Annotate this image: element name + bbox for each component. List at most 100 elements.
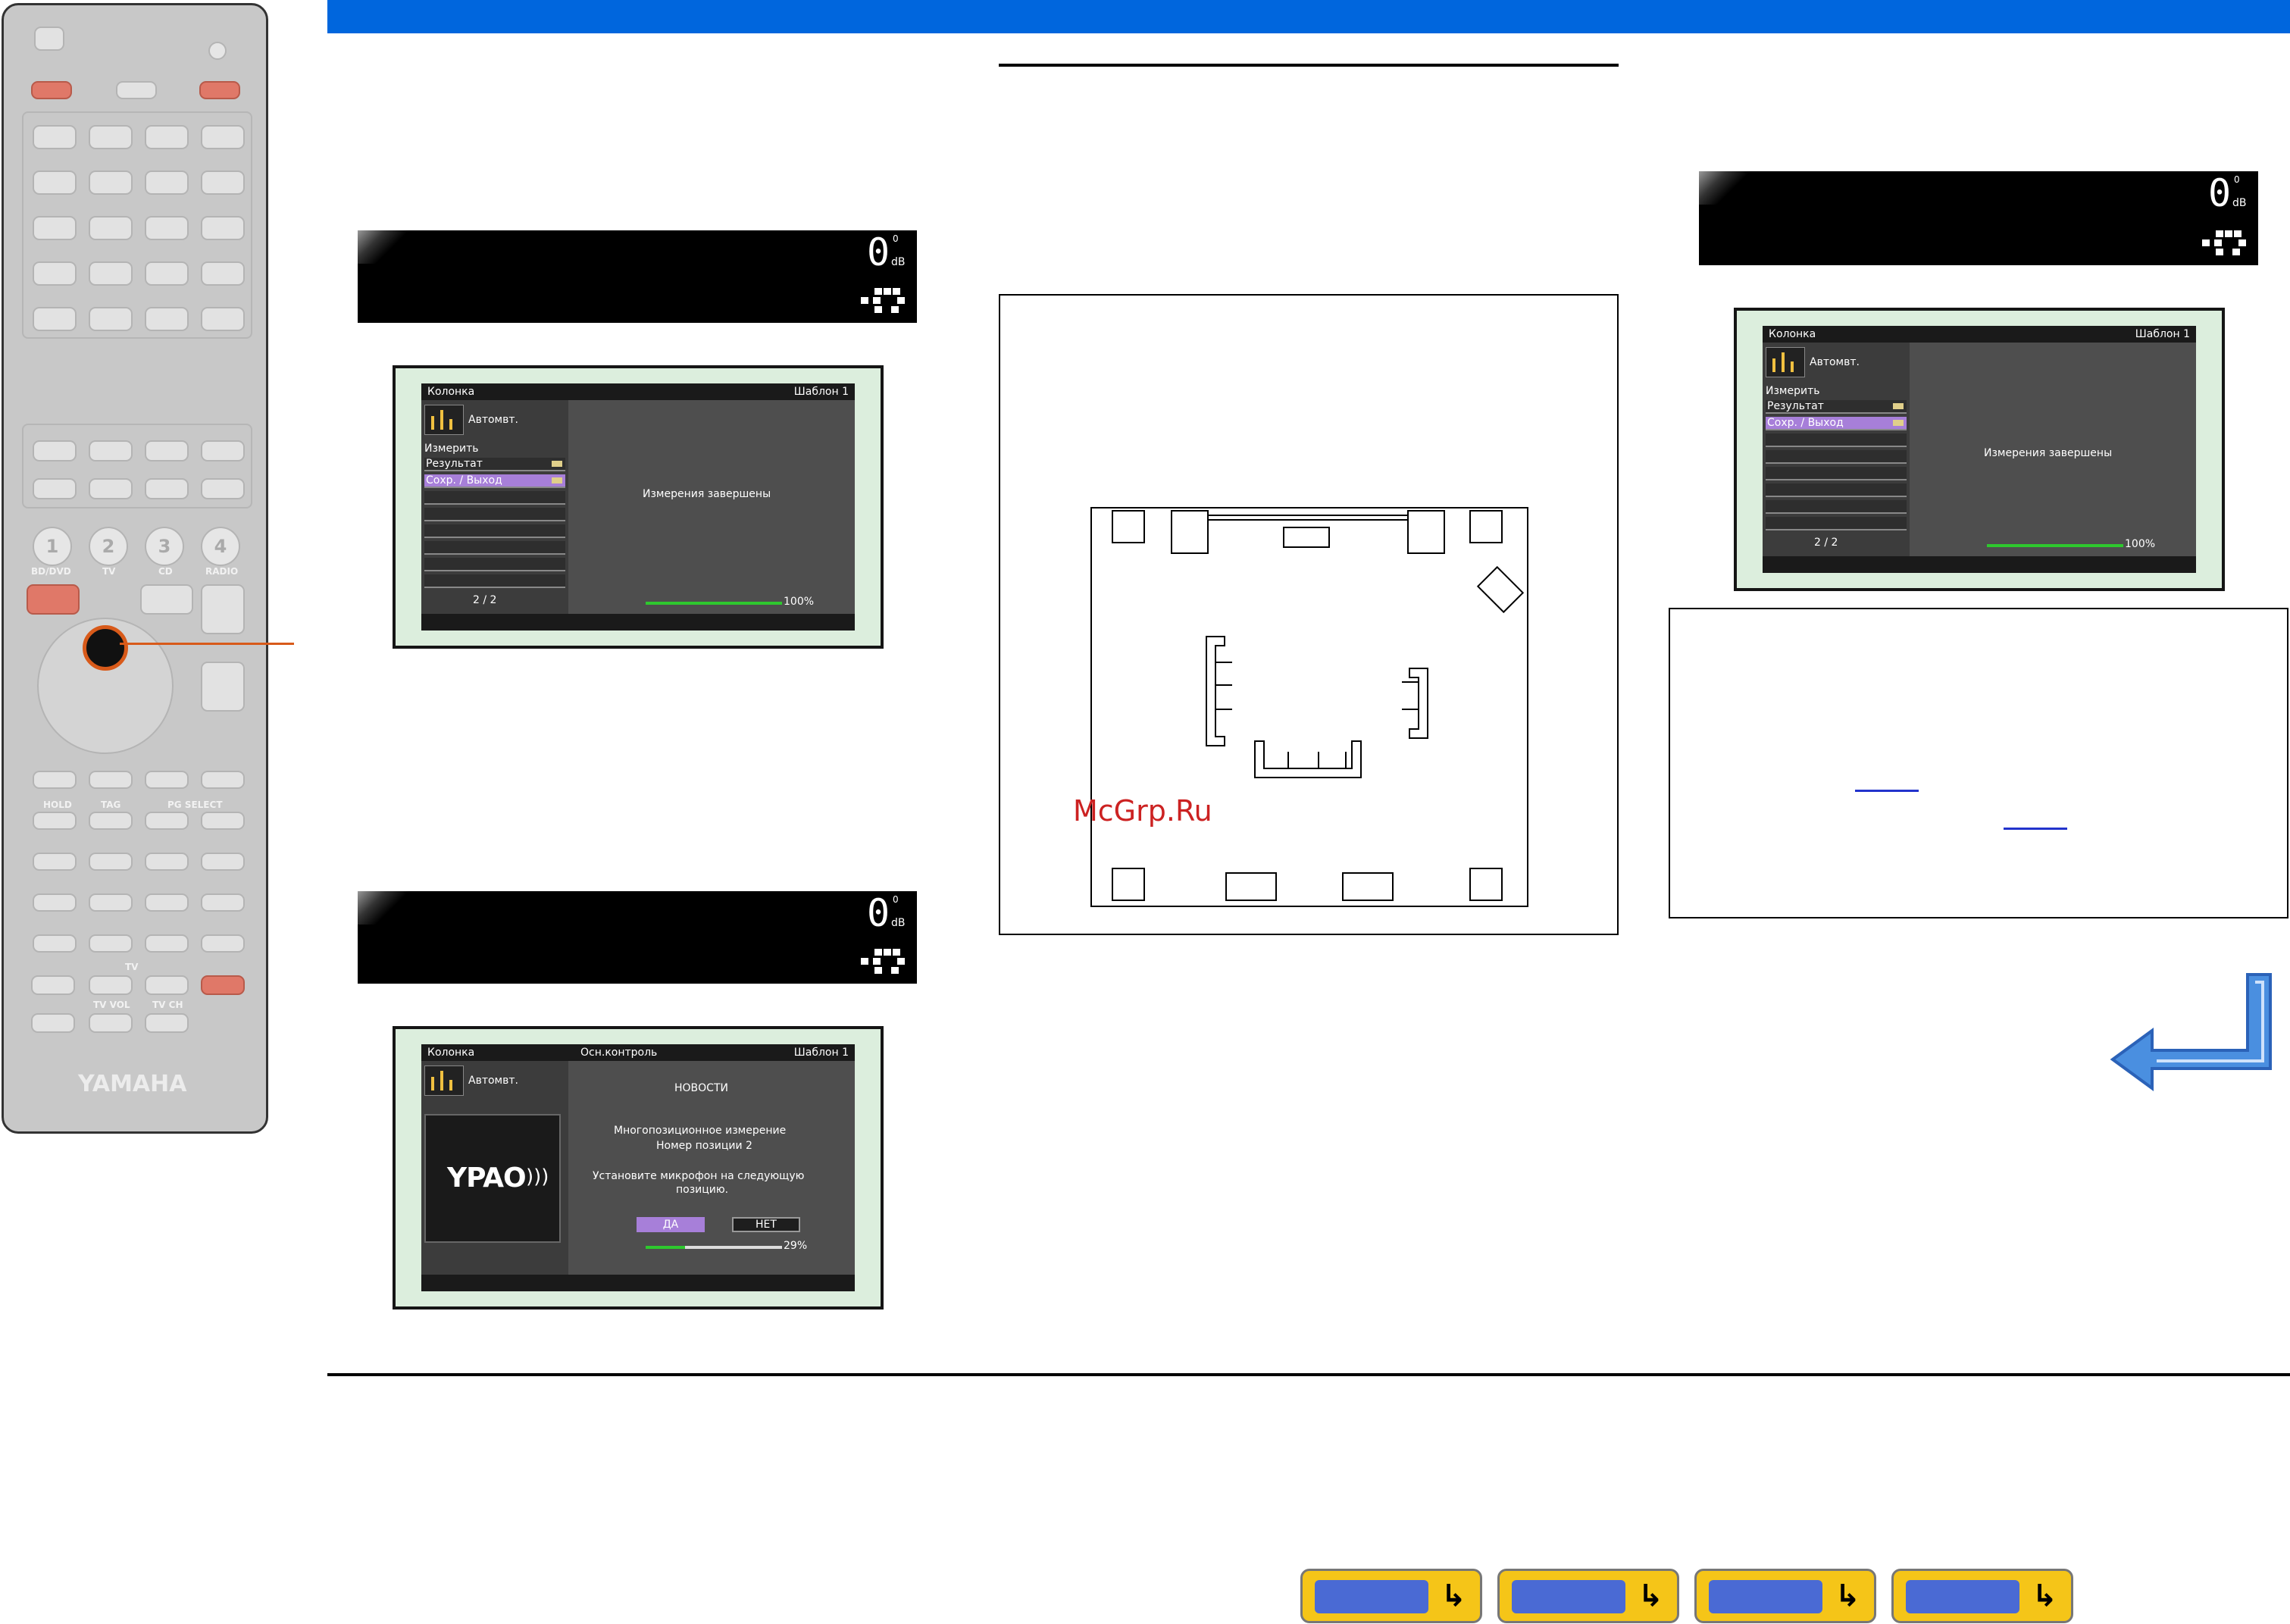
remote-button: [33, 893, 77, 912]
remote-button: [89, 307, 133, 331]
remote-button: [89, 216, 133, 240]
speaker-front-right-presence: [1469, 510, 1503, 543]
remote-button: [145, 893, 189, 912]
menu-item-save-exit[interactable]: Сохр. / Выход: [1766, 417, 1907, 430]
source-button: [116, 81, 157, 99]
osd-header-left: Колонка: [427, 386, 475, 398]
remote-button: [89, 853, 133, 871]
watermark: McGrp.Ru: [1073, 794, 1212, 828]
progress-bar: [1987, 544, 2123, 547]
auto-label: Автомвт.: [1810, 356, 1860, 368]
subwoofer: [1476, 565, 1525, 614]
osd-header-right: Шаблон 1: [793, 386, 849, 398]
menu-item-save-exit[interactable]: Сохр. / Выход: [424, 474, 565, 488]
tv-ch-label: TV CH: [152, 1000, 183, 1010]
nav-front-panel-button[interactable]: ↳: [1300, 1569, 1482, 1623]
remote-button: [33, 307, 77, 331]
page-indicator: 2 / 2: [1814, 537, 1838, 549]
on-screen-button: [140, 584, 193, 615]
footer-rule: [327, 1373, 2290, 1376]
progress-label: 100%: [2125, 538, 2156, 550]
remote-button: [145, 307, 189, 331]
speaker-surround-back-left: [1112, 868, 1145, 901]
speaker-surround-back-right: [1469, 868, 1503, 901]
scene-button-4: 4: [201, 527, 240, 566]
nav-remote-button[interactable]: ↳: [1891, 1569, 2073, 1623]
option-button: [27, 584, 80, 615]
remote-button: [145, 853, 189, 871]
menu-item-result[interactable]: Результат: [1766, 400, 1907, 414]
reference-link-1[interactable]: [1855, 790, 1919, 792]
progress-bar: [646, 1246, 782, 1249]
auto-setup-icon: [1766, 347, 1805, 377]
tv-vol-up-button: [89, 975, 133, 995]
note-box: [1669, 608, 2288, 918]
receiver-front-icon: [1315, 1580, 1428, 1613]
menu-item-result[interactable]: Результат: [424, 458, 565, 471]
front-panel-display-1: 0 0 dB: [358, 230, 917, 323]
speaker-front-left: [1171, 510, 1209, 554]
room-diagram: [1090, 507, 1528, 907]
remote-button: [33, 440, 77, 462]
tv-ch-up-button: [145, 975, 189, 995]
osd-header-center: Осн.контроль: [580, 1047, 658, 1059]
return-arrow-icon[interactable]: [2099, 967, 2281, 1100]
header-bar: [327, 0, 2290, 33]
nav-rear-panel-button[interactable]: ↳: [1497, 1569, 1679, 1623]
notice-line-2: Номер позиции 2: [656, 1140, 752, 1152]
tv-mute-button: [31, 1013, 75, 1033]
power-button-right: [199, 81, 240, 99]
remote-button: [145, 216, 189, 240]
osd-multi-position-prompt: Колонка Осн.контроль Шаблон 1 Автомвт. YPA…: [393, 1026, 884, 1310]
progress-label: 100%: [784, 596, 815, 608]
scene-label-tv: TV: [102, 566, 116, 577]
volume-up-button: [201, 584, 245, 634]
speaker-front-right: [1407, 510, 1445, 554]
front-panel-display-2: 0 0 dB: [358, 891, 917, 984]
ypao-logo: YPAO: [447, 1162, 527, 1194]
receiver-rear-icon: [1512, 1580, 1625, 1613]
remote-button: [145, 478, 189, 499]
enter-button-highlight: [83, 625, 128, 671]
transport-button: [145, 771, 189, 789]
remote-button: [89, 440, 133, 462]
measure-label: Измерить: [424, 443, 479, 455]
yes-button[interactable]: ДА: [637, 1217, 705, 1232]
front-panel-display-3: 0 0 dB: [1699, 171, 2258, 265]
remote-button: [201, 893, 245, 912]
osd-header-right: Шаблон 1: [793, 1047, 849, 1059]
scene-label-cd: CD: [158, 566, 173, 577]
remote-led: [208, 42, 227, 60]
jump-arrow-icon: ↳: [2032, 1579, 2057, 1613]
remote-button: [89, 893, 133, 912]
hold-label: HOLD: [43, 799, 72, 810]
no-button[interactable]: НЕТ: [732, 1217, 800, 1232]
speaker-surround-left: [1225, 872, 1277, 901]
remote-button: [33, 171, 77, 195]
progress-label: 29%: [784, 1240, 808, 1252]
jump-arrow-icon: ↳: [1441, 1579, 1466, 1613]
sofa-left: [1206, 636, 1225, 746]
remote-button: [89, 261, 133, 286]
scene-button-1: 1: [33, 527, 72, 566]
remote-button: [145, 812, 189, 830]
folder-icon: [552, 477, 562, 483]
remote-button: [33, 934, 77, 953]
status-message: Измерения завершены: [643, 488, 771, 500]
remote-button: [145, 934, 189, 953]
remote-button: [33, 125, 77, 149]
notice-line-4: позицию.: [676, 1184, 729, 1196]
transport-button: [201, 771, 245, 789]
reference-link-2[interactable]: [2004, 828, 2067, 830]
scene-label-radio: RADIO: [205, 566, 239, 577]
auto-label: Автомвт.: [468, 414, 518, 426]
transport-button: [33, 771, 77, 789]
speaker-center: [1283, 527, 1330, 548]
sofa-right: [1409, 668, 1428, 739]
tag-label: TAG: [101, 799, 121, 810]
remote-button: [201, 261, 245, 286]
remote-button: [201, 171, 245, 195]
remote-button: [145, 171, 189, 195]
nav-display-button[interactable]: ↳: [1694, 1569, 1876, 1623]
scene-button-3: 3: [145, 527, 184, 566]
